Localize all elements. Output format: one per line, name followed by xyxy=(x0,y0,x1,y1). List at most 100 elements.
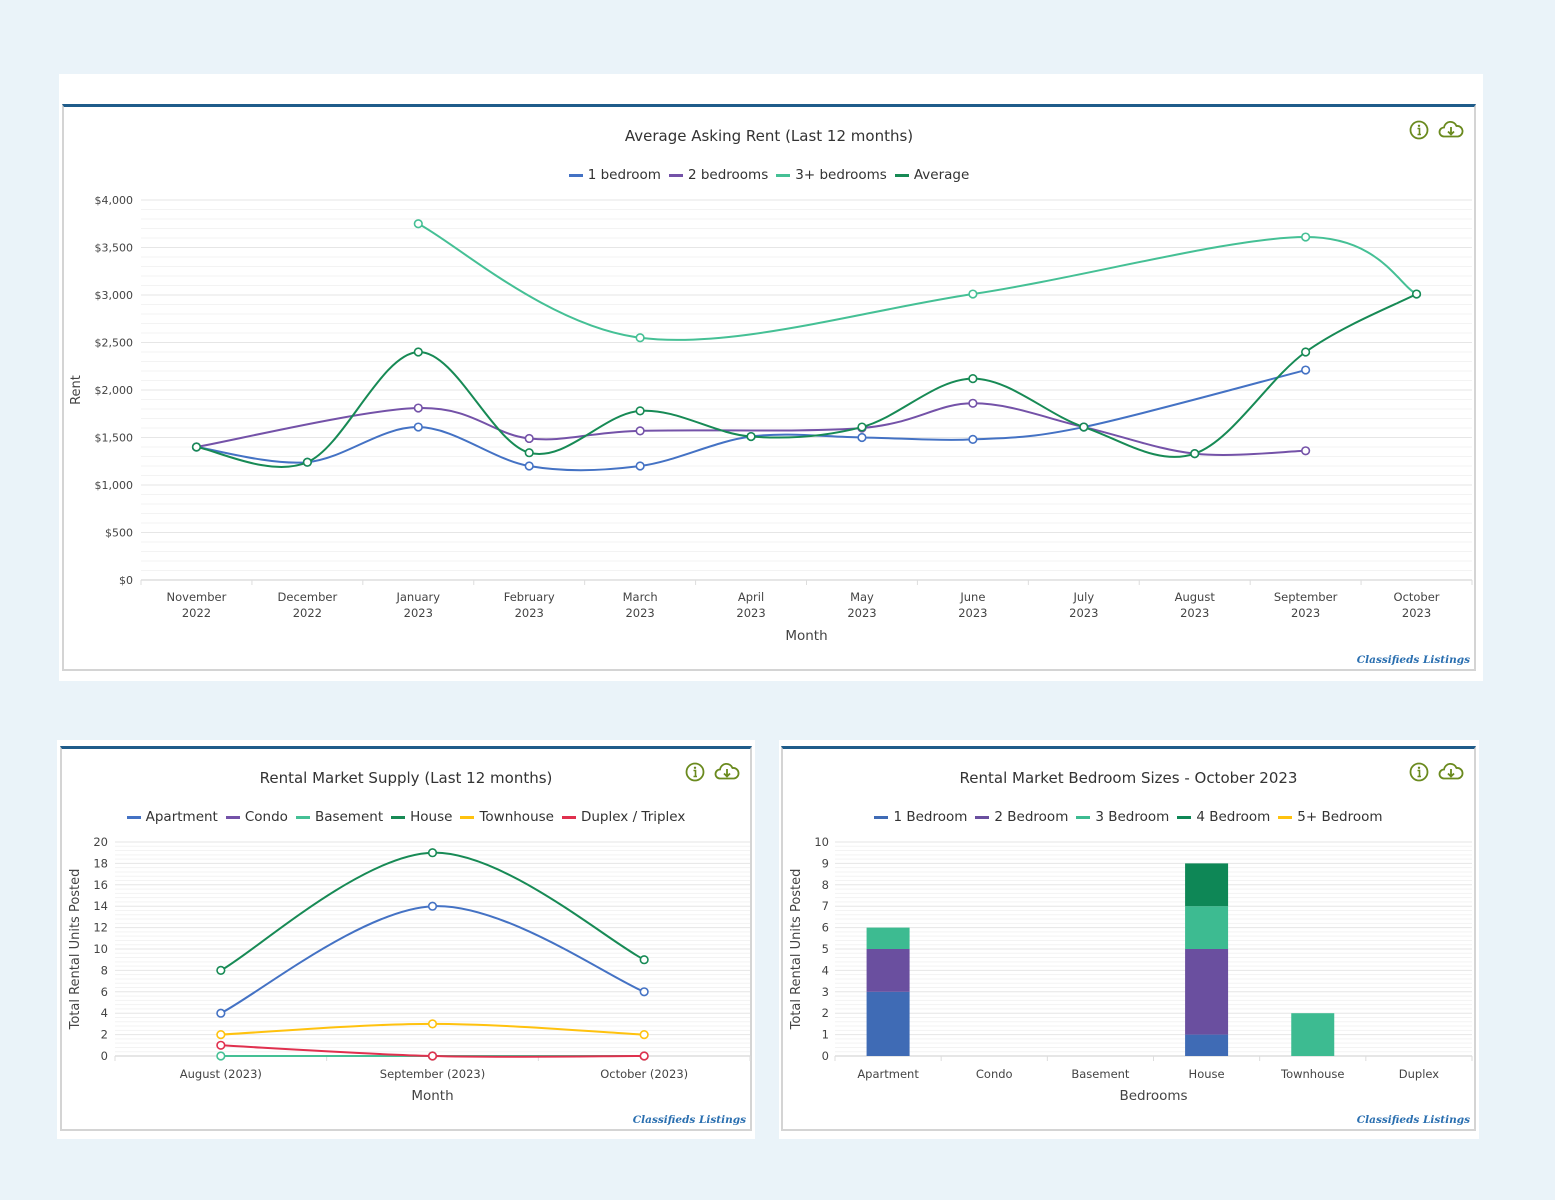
x-tick-label: May xyxy=(850,590,874,604)
data-point[interactable] xyxy=(639,955,649,965)
data-point[interactable] xyxy=(1079,422,1089,432)
x-tick-label: 2022 xyxy=(293,606,322,620)
data-point[interactable] xyxy=(968,434,978,445)
y-tick-label: $500 xyxy=(105,527,133,540)
y-tick-label: 2 xyxy=(101,1028,108,1042)
x-tick-label: February xyxy=(504,590,555,604)
data-point[interactable] xyxy=(427,901,438,911)
bar-segment[interactable] xyxy=(866,949,910,992)
x-tick-label: Apartment xyxy=(857,1067,919,1081)
y-tick-label: 12 xyxy=(93,921,108,935)
x-tick-label: 2023 xyxy=(1069,606,1098,620)
data-point[interactable] xyxy=(968,289,978,299)
x-tick-label: 2023 xyxy=(625,606,654,620)
bar-segment[interactable] xyxy=(866,991,910,1056)
x-tick-label: October (2023) xyxy=(600,1067,688,1081)
y-tick-label: 20 xyxy=(93,835,108,849)
x-tick-label: September (2023) xyxy=(380,1067,485,1081)
y-tick-label: 5 xyxy=(822,942,829,956)
data-point[interactable] xyxy=(746,431,756,442)
bar-segment[interactable] xyxy=(1185,863,1229,907)
data-point[interactable] xyxy=(635,333,645,343)
x-tick-label: 2023 xyxy=(404,606,433,620)
bar-segment[interactable] xyxy=(1185,1034,1229,1056)
series-line xyxy=(220,905,645,1015)
y-tick-label: 4 xyxy=(101,1006,108,1020)
data-point[interactable] xyxy=(1411,289,1422,299)
x-tick-label: December xyxy=(278,590,338,604)
y-tick-label: 4 xyxy=(822,963,829,977)
x-axis-title: Bedrooms xyxy=(1119,1088,1187,1104)
x-tick-label: 2023 xyxy=(958,606,987,620)
data-point[interactable] xyxy=(639,987,649,997)
y-tick-label: 14 xyxy=(93,899,108,913)
bar-segment[interactable] xyxy=(866,927,910,949)
data-point[interactable] xyxy=(857,432,867,443)
x-tick-label: Basement xyxy=(1071,1067,1130,1081)
data-point[interactable] xyxy=(1301,347,1311,357)
data-point[interactable] xyxy=(635,406,645,416)
bar-segment[interactable] xyxy=(1185,949,1229,1035)
chart-0: $0 $500 $1,000 $1,500 $2,000 $2,500 $3,000 $3,5… xyxy=(69,194,1473,644)
y-tick-label: 9 xyxy=(822,856,829,870)
chart-1: 0 2 4 6 8 10 12 14 16 18 20 August (2023) September … xyxy=(68,835,751,1104)
y-tick-label: $4,000 xyxy=(95,194,134,207)
data-point[interactable] xyxy=(216,965,226,976)
x-tick-label: April xyxy=(738,590,764,604)
x-tick-label: 2023 xyxy=(1291,606,1320,620)
data-point[interactable] xyxy=(524,461,534,471)
y-tick-label: 16 xyxy=(93,878,108,892)
data-point[interactable] xyxy=(524,448,534,458)
data-point[interactable] xyxy=(302,457,312,467)
y-tick-label: $1,000 xyxy=(95,479,134,492)
x-tick-label: August xyxy=(1175,590,1216,604)
data-point[interactable] xyxy=(427,1019,438,1029)
data-point[interactable] xyxy=(968,374,978,384)
data-point[interactable] xyxy=(639,1029,649,1040)
series-line xyxy=(220,851,645,972)
data-point[interactable] xyxy=(639,1051,649,1061)
data-point[interactable] xyxy=(427,848,438,858)
x-tick-label: October xyxy=(1394,590,1440,604)
data-point[interactable] xyxy=(413,219,423,229)
data-point[interactable] xyxy=(191,442,202,452)
x-tick-label: March xyxy=(623,590,658,604)
y-tick-label: 18 xyxy=(93,856,108,870)
y-tick-label: 7 xyxy=(822,899,829,913)
y-tick-label: 6 xyxy=(822,921,829,935)
data-point[interactable] xyxy=(1301,365,1311,375)
y-tick-label: $3,500 xyxy=(95,242,134,255)
y-tick-label: $1,500 xyxy=(95,432,134,445)
y-tick-label: $2,500 xyxy=(95,337,134,350)
x-axis-title: Month xyxy=(411,1088,453,1104)
y-tick-label: 8 xyxy=(822,878,829,892)
data-point[interactable] xyxy=(216,1008,226,1018)
x-tick-label: November xyxy=(167,590,227,604)
y-tick-label: 0 xyxy=(101,1049,108,1063)
y-tick-label: $0 xyxy=(119,574,133,587)
data-point[interactable] xyxy=(635,426,645,436)
data-point[interactable] xyxy=(968,398,978,408)
y-axis-title: Rent xyxy=(69,375,84,405)
data-point[interactable] xyxy=(413,403,423,413)
y-tick-label: 0 xyxy=(822,1049,829,1063)
data-point[interactable] xyxy=(1301,232,1311,242)
x-tick-label: 2023 xyxy=(1402,606,1431,620)
data-point[interactable] xyxy=(413,422,423,432)
data-point[interactable] xyxy=(413,347,423,357)
data-point[interactable] xyxy=(524,433,534,444)
data-point[interactable] xyxy=(1301,446,1311,456)
x-tick-label: January xyxy=(395,590,440,604)
data-point[interactable] xyxy=(427,1051,438,1061)
series-line xyxy=(417,222,1418,341)
data-point[interactable] xyxy=(1190,449,1200,459)
data-point[interactable] xyxy=(635,461,645,471)
x-tick-label: Townhouse xyxy=(1280,1067,1344,1081)
bar-segment[interactable] xyxy=(1185,906,1229,949)
y-tick-label: $2,000 xyxy=(95,384,134,397)
bar-segment[interactable] xyxy=(1291,1013,1335,1056)
data-point[interactable] xyxy=(216,1051,226,1061)
data-point[interactable] xyxy=(216,1040,226,1050)
data-point[interactable] xyxy=(857,422,867,432)
data-point[interactable] xyxy=(216,1029,226,1040)
